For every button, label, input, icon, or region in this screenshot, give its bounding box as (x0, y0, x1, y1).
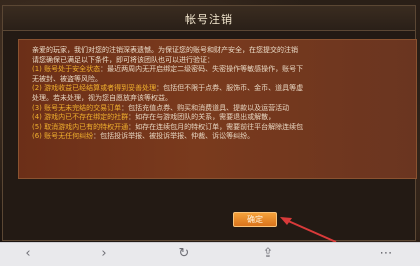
reload-icon[interactable]: ↻ (174, 245, 194, 263)
dialog-header: 帐号注销 (3, 6, 415, 31)
condition-tag: (5) 取消游戏内已有的特权开通 (32, 122, 129, 131)
share-icon[interactable]: ⇪ (258, 245, 278, 263)
condition-item: (6) 账号无任何纠纷：包括投诉举报、被投诉举报、仲裁、诉讼等纠纷。 (32, 132, 410, 142)
forward-icon[interactable]: › (94, 245, 114, 263)
condition-continued: 处理。若未处理，视为您自愿放弃该等权益。 (32, 93, 172, 102)
confirm-button[interactable]: 确定 (233, 212, 277, 227)
condition-text: ：包括充值点券、购买和消费道具、提款以及运营活动 (121, 103, 290, 112)
notice-content: 亲爱的玩家，我们对您的注销深表遗憾。为保证您的账号和财产安全，在您提交的注销 请… (18, 39, 417, 179)
condition-tag: (1) 账号处于安全状态 (32, 65, 101, 74)
condition-tag: (3) 账号无未完结的交易订单 (32, 103, 122, 112)
condition-text: ：如存在与游戏团队的关系，需要退出或解散， (128, 113, 276, 122)
condition-text: ：最近两周内无开启绑定二级密码、失密操作等敏感操作，账号下 (100, 65, 304, 74)
condition-continued: 无被封、被盗等风险。 (32, 74, 102, 83)
dialog-title: 帐号注销 (185, 13, 233, 26)
account-cancel-dialog: 帐号注销 亲爱的玩家，我们对您的注销深表遗憾。为保证您的账号和财产安全，在您提交… (2, 5, 417, 241)
condition-tag: (4) 游戏内已不存在绑定的社群 (32, 113, 129, 122)
condition-item: (3) 账号无未完结的交易订单：包括充值点券、购买和消费道具、提款以及运营活动 (32, 104, 410, 114)
condition-tag: (2) 游戏收益已经结算或者得到妥善处理 (32, 84, 157, 93)
back-icon[interactable]: ‹ (18, 245, 38, 263)
menu-icon[interactable]: ⋯ (376, 245, 396, 263)
condition-item: (5) 取消游戏内已有的特权开通：如存在连续包月的特权订单，需要前往平台解除连续… (32, 123, 410, 133)
condition-item: (1) 账号处于安全状态：最近两周内无开启绑定二级密码、失密操作等敏感操作，账号… (32, 65, 410, 75)
browser-nav-bar: ‹ › ↻ ⇪ ⋯ (0, 242, 420, 266)
condition-item: (4) 游戏内已不存在绑定的社群：如存在与游戏团队的关系，需要退出或解散， (32, 113, 410, 123)
condition-text: ：如存在连续包月的特权订单，需要前往平台解除连续包 (128, 122, 304, 131)
condition-tag: (6) 账号无任何纠纷 (32, 132, 94, 141)
annotation-arrow-icon (280, 217, 337, 243)
intro-line: 请您确保已满足以下条件，即可将该团队也可以进行验证： (32, 55, 214, 64)
condition-text: ：包括投诉举报、被投诉举报、仲裁、诉讼等纠纷。 (93, 132, 255, 141)
intro-line: 亲爱的玩家，我们对您的注销深表遗憾。为保证您的账号和财产安全，在您提交的注销 (32, 46, 298, 54)
condition-item: (2) 游戏收益已经结算或者得到妥善处理：包括但不限于点券、服饰币、金币、道具等… (32, 84, 410, 94)
condition-text: ：包括但不限于点券、服饰币、金币、道具等虚 (156, 84, 304, 93)
